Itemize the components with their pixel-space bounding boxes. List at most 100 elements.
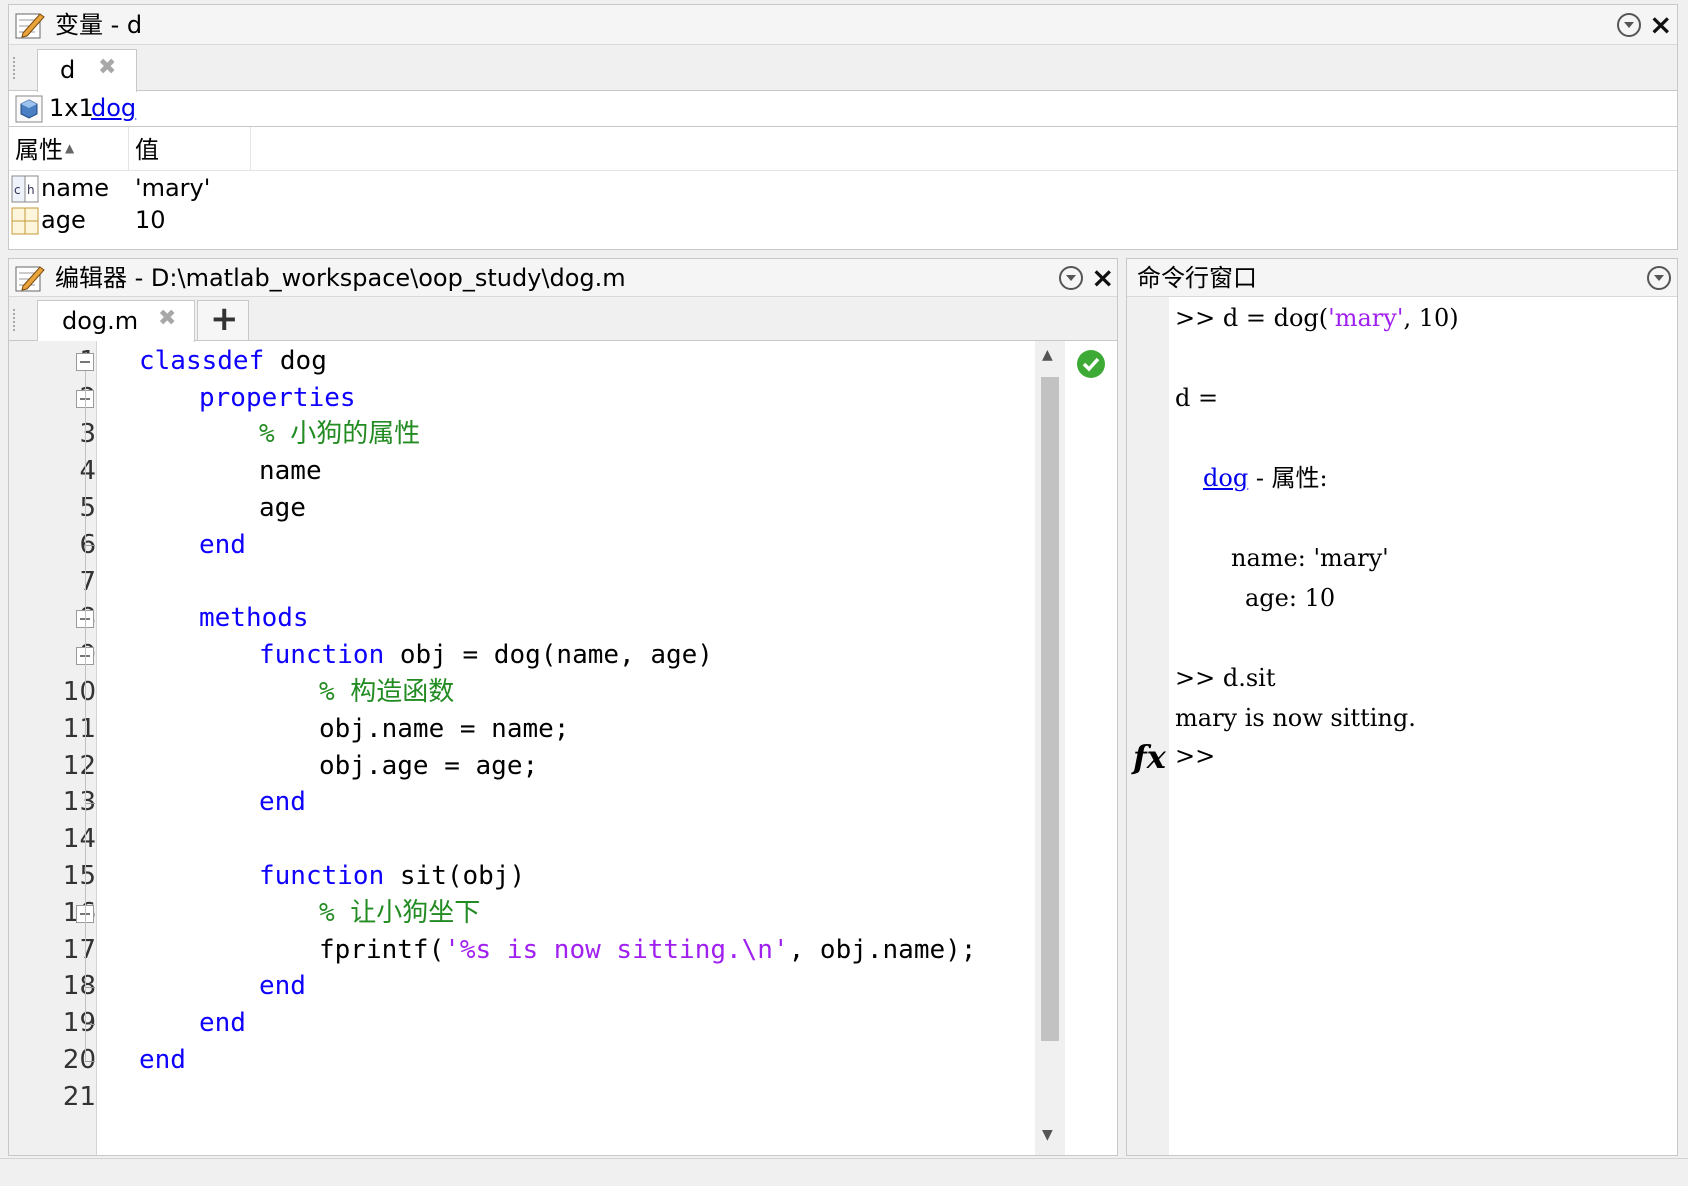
variable-panel-titlebar: 变量 - d × <box>9 5 1677 45</box>
vertical-scrollbar[interactable]: ▲ ▼ <box>1035 341 1065 1155</box>
variable-panel-menu-button[interactable] <box>1617 13 1641 37</box>
output-line: name: 'mary' <box>1231 544 1389 572</box>
code-text: dog <box>264 346 327 376</box>
tab-dog-m[interactable]: dog.m ✖ <box>37 300 195 342</box>
code-line: properties <box>199 383 356 413</box>
row-name-cell: age <box>41 206 86 234</box>
output-line: d = <box>1175 384 1219 412</box>
command-window-title: 命令行窗口 <box>1137 264 1257 292</box>
editor-icon <box>15 266 45 292</box>
code-analyzer-strip <box>1065 341 1117 1155</box>
command-string: 'mary' <box>1328 304 1404 332</box>
editor-menu-button[interactable] <box>1059 266 1083 290</box>
command-window-menu-button[interactable] <box>1647 266 1671 290</box>
variable-panel: 变量 - d × d ✖ 1x1 dog 属性 ▲ 值 c h name 'ma… <box>8 4 1678 250</box>
command-window-panel: 命令行窗口 >> d = dog('mary', 10) d = dog - 属… <box>1126 258 1678 1156</box>
code-line: name <box>259 456 322 486</box>
command-text: d = dog( <box>1222 304 1329 332</box>
property-table-header: 属性 ▲ 值 <box>9 127 1677 171</box>
code-comment: % 让小狗坐下 <box>319 898 481 928</box>
keyword: end <box>139 1045 186 1075</box>
close-tab-icon[interactable]: ✖ <box>158 306 176 331</box>
keyword: end <box>259 971 306 1001</box>
tab-dog-m-label: dog.m <box>62 307 139 335</box>
grip-handle[interactable] <box>13 309 15 331</box>
table-row[interactable]: age 10 <box>9 205 1677 237</box>
plus-icon: + <box>210 299 239 339</box>
fx-function-browser-icon[interactable]: fx <box>1133 737 1166 777</box>
editor-close-button[interactable]: × <box>1091 264 1114 292</box>
command-text: , 10) <box>1403 304 1459 332</box>
keyword: end <box>259 787 306 817</box>
grid-icon <box>11 207 39 235</box>
editor-tab-strip: dog.m ✖ + <box>9 297 1117 342</box>
code-comment: % 小狗的属性 <box>259 419 421 449</box>
char-icon: c h <box>11 175 39 203</box>
code-line: obj.name = name; <box>319 714 570 744</box>
keyword: methods <box>199 603 309 633</box>
keyword: end <box>199 1008 246 1038</box>
output-line: dog - 属性: <box>1203 463 1328 493</box>
prompt: >> <box>1175 664 1216 692</box>
editor-panel: 编辑器 - D:\matlab_workspace\oop_study\dog.… <box>8 258 1118 1156</box>
keyword: function <box>259 861 385 891</box>
sort-ascending-icon: ▲ <box>65 141 75 155</box>
property-column-label: 属性 <box>15 136 63 164</box>
code-text: , obj.name); <box>788 935 977 965</box>
output-line: age: 10 <box>1245 584 1336 612</box>
summary-size: 1x1 <box>49 94 94 122</box>
code-line: fprintf('%s is now sitting.\n', obj.name… <box>319 935 976 965</box>
row-value-cell: 10 <box>135 206 166 234</box>
tab-d[interactable]: d ✖ <box>37 49 137 92</box>
code-string: '%s is now sitting.\n' <box>444 935 789 965</box>
active-prompt[interactable]: >> <box>1175 741 1215 771</box>
editor-titlebar: 编辑器 - D:\matlab_workspace\oop_study\dog.… <box>9 259 1117 297</box>
prompt: >> <box>1175 304 1216 332</box>
code-text: sit(obj) <box>384 861 526 891</box>
code-comment: % 构造函数 <box>319 677 455 707</box>
scroll-down-icon[interactable]: ▼ <box>1042 1127 1053 1143</box>
code-line: obj.age = age; <box>319 751 539 781</box>
variable-summary: 1x1 dog <box>9 91 1677 127</box>
code-line: function obj = dog(name, age) <box>259 640 713 670</box>
command-window-content[interactable]: >> d = dog('mary', 10) d = dog - 属性: nam… <box>1127 297 1677 1155</box>
row-name-cell: name <box>41 174 110 202</box>
tab-d-label: d <box>60 56 76 84</box>
code-line: function sit(obj) <box>259 861 525 891</box>
command-window-titlebar: 命令行窗口 <box>1127 259 1677 297</box>
variable-tab-strip: d ✖ <box>9 45 1677 92</box>
keyword: classdef <box>139 346 265 376</box>
keyword: end <box>199 530 246 560</box>
property-column-header[interactable]: 属性 ▲ <box>9 127 129 171</box>
value-column-header[interactable]: 值 <box>129 127 251 171</box>
variable-panel-close-button[interactable]: × <box>1649 11 1672 39</box>
svg-text:h: h <box>27 183 35 197</box>
close-tab-icon[interactable]: ✖ <box>98 55 116 80</box>
scroll-up-icon[interactable]: ▲ <box>1042 347 1053 363</box>
object-icon <box>15 95 43 123</box>
class-link[interactable]: dog <box>1203 464 1248 492</box>
code-area[interactable]: classdef dog properties % 小狗的属性 name age… <box>9 341 1117 1155</box>
grip-handle[interactable] <box>13 57 15 79</box>
check-ok-icon[interactable] <box>1076 349 1106 379</box>
variable-edit-icon <box>15 13 45 39</box>
code-text: fprintf( <box>319 935 445 965</box>
row-value-cell: 'mary' <box>135 174 211 202</box>
svg-text:c: c <box>14 183 21 197</box>
output-line: mary is now sitting. <box>1175 704 1416 732</box>
command-text: d.sit <box>1222 664 1276 692</box>
value-column-label: 值 <box>135 136 159 164</box>
keyword: properties <box>199 383 356 413</box>
summary-class-link[interactable]: dog <box>91 93 136 123</box>
scrollbar-thumb[interactable] <box>1041 377 1059 1041</box>
command-line: >> d.sit <box>1175 663 1276 693</box>
code-text: obj = dog(name, age) <box>384 640 713 670</box>
command-line: >> d = dog('mary', 10) <box>1175 303 1459 333</box>
keyword: function <box>259 640 385 670</box>
editor-title: 编辑器 - D:\matlab_workspace\oop_study\dog.… <box>55 264 626 292</box>
variable-panel-title: 变量 - d <box>55 11 143 39</box>
output-text: - 属性: <box>1248 464 1328 492</box>
table-row[interactable]: c h name 'mary' <box>9 173 1677 205</box>
property-table: 属性 ▲ 值 c h name 'mary' age 10 <box>9 127 1677 249</box>
new-tab-button[interactable]: + <box>197 299 249 340</box>
